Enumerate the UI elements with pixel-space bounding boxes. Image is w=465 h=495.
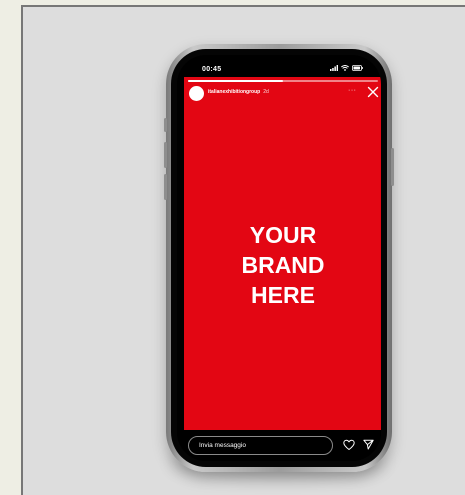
brand-line-2: BRAND (241, 252, 325, 278)
more-horizontal-icon[interactable]: ··· (348, 87, 357, 94)
battery-icon (352, 65, 363, 71)
story-username[interactable]: italianexhibitiongroup 2d (208, 89, 269, 95)
brand-line-3: HERE (251, 282, 315, 308)
story-time-ago: 2d (263, 89, 269, 95)
send-icon[interactable] (363, 439, 374, 450)
username-label: italianexhibitiongroup (208, 89, 261, 95)
story-progress-fill (188, 80, 283, 82)
phone-mockup: 00:45 italianexhibitiongroup 2d ··· YOUR… (164, 44, 394, 472)
silent-switch (164, 118, 167, 132)
story-progress-bar (188, 80, 378, 82)
message-input[interactable]: Invia messaggio (188, 436, 333, 455)
status-icons (330, 65, 363, 71)
phone-bezel: 00:45 italianexhibitiongroup 2d ··· YOUR… (171, 49, 387, 467)
story-content[interactable]: italianexhibitiongroup 2d ··· YOUR BRAND … (184, 77, 381, 430)
status-bar: 00:45 (177, 55, 381, 77)
volume-down-button (164, 174, 167, 200)
wifi-icon (341, 65, 349, 71)
status-time: 00:45 (202, 66, 222, 73)
brand-placeholder-text: YOUR BRAND HERE (184, 220, 381, 310)
volume-up-button (164, 142, 167, 168)
close-icon[interactable] (367, 86, 379, 98)
avatar[interactable] (189, 86, 204, 101)
reply-bar: Invia messaggio (177, 430, 381, 461)
heart-icon[interactable] (343, 439, 355, 451)
phone-screen: 00:45 italianexhibitiongroup 2d ··· YOUR… (177, 55, 381, 461)
brand-line-1: YOUR (249, 222, 317, 248)
signal-icon (330, 65, 338, 71)
message-placeholder: Invia messaggio (199, 442, 246, 449)
mockup-frame: 00:45 italianexhibitiongroup 2d ··· YOUR… (21, 5, 465, 495)
power-button (391, 148, 394, 186)
